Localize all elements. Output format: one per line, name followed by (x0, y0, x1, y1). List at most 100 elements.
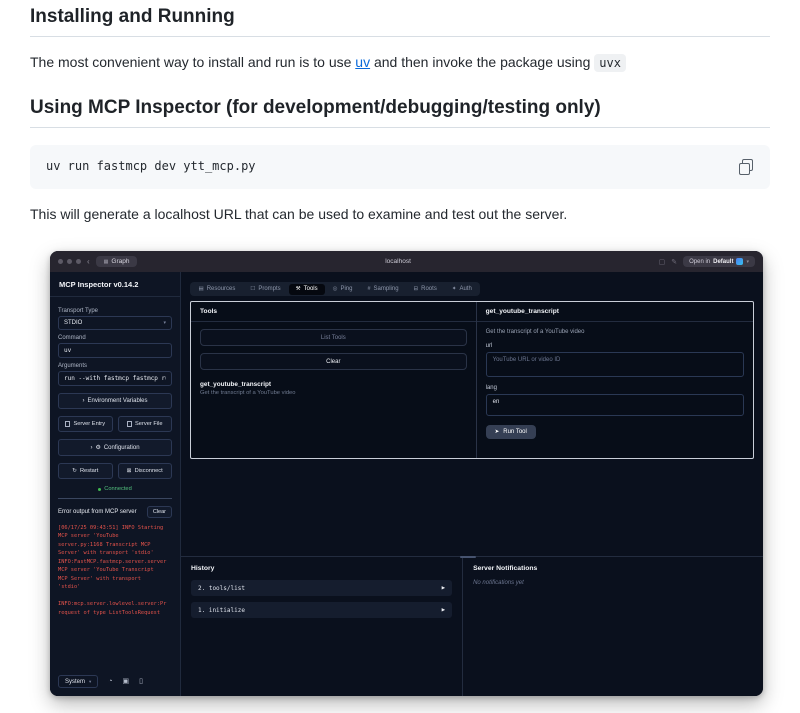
url-label: url (486, 343, 744, 349)
error-log-line: [06/17/25 09:43:51] INFO Starting (58, 524, 172, 532)
history-title: History (191, 565, 452, 572)
error-log-line: INFO:mcp.server.lowlevel.server:Pr (58, 600, 172, 608)
tools-icon: ⚒ (296, 286, 301, 292)
configuration-button[interactable]: › ⚙ Configuration (58, 439, 172, 456)
archive-icon[interactable]: ▣ (123, 678, 130, 685)
heading-using-mcp-inspector: Using MCP Inspector (for development/deb… (30, 97, 770, 128)
uvx-inline-code: uvx (594, 54, 626, 72)
connection-buttons-row: ↻ Restart ⊠ Disconnect (58, 463, 172, 479)
tab-label: Roots (421, 286, 437, 292)
tab-label: Tools (304, 286, 318, 292)
run-tool-label: Run Tool (503, 429, 527, 435)
sidebar-divider (58, 498, 172, 499)
browser-tab[interactable]: ▦ Graph (96, 256, 138, 267)
transport-type-value: STDIO (64, 320, 82, 326)
close-window-icon[interactable] (58, 259, 63, 264)
server-entry-label: Server Entry (73, 421, 105, 427)
copy-icon[interactable] (738, 159, 754, 175)
expand-icon[interactable]: ▶ (442, 585, 445, 591)
environment-variables-label: Environment Variables (88, 398, 148, 404)
tool-list-item[interactable]: get_youtube_transcript Get the transcrip… (200, 381, 467, 396)
clear-tools-button[interactable]: Clear (200, 353, 467, 370)
disconnect-button[interactable]: ⊠ Disconnect (118, 463, 173, 479)
chevron-down-icon: ▾ (163, 320, 166, 326)
window-controls[interactable] (58, 259, 81, 264)
restart-button[interactable]: ↻ Restart (58, 463, 113, 479)
globe-icon[interactable]: ◔ (108, 678, 112, 685)
lang-input[interactable]: en (486, 394, 744, 416)
theme-value: System (65, 679, 85, 685)
arguments-input[interactable] (58, 371, 172, 386)
resources-icon: ▤ (199, 286, 204, 292)
tab-label: Sampling (374, 286, 399, 292)
tool-detail-body: Get the transcript of a YouTube video ur… (477, 322, 753, 446)
open-in-default-button[interactable]: Open in Default ▾ (683, 256, 755, 267)
address-bar[interactable]: localhost (143, 258, 652, 265)
history-row[interactable]: 1. initialize ▶ (191, 602, 452, 618)
sidebar-footer: System ▾ ◔ ▣ ▯ (50, 668, 180, 696)
maximize-window-icon[interactable] (76, 259, 81, 264)
tool-description: Get the transcript of a YouTube video (200, 390, 467, 396)
tab-sampling[interactable]: # Sampling (360, 284, 405, 295)
tool-detail-title: get_youtube_transcript (477, 302, 753, 322)
gear-icon: ⚙ (95, 444, 100, 451)
share-icon[interactable]: ▢ (659, 258, 666, 266)
tab-roots[interactable]: ⊟ Roots (407, 284, 444, 295)
url-input[interactable] (486, 352, 744, 377)
document-icon[interactable]: ▯ (139, 678, 143, 685)
server-notifications-title: Server Notifications (473, 565, 753, 572)
clear-error-button[interactable]: Clear (147, 506, 172, 518)
localhost-paragraph: This will generate a localhost URL that … (30, 206, 770, 222)
auth-icon: ✦ (452, 286, 457, 292)
error-log-line: MCP server 'YouTube Transcript (58, 566, 172, 574)
uv-link[interactable]: uv (355, 54, 370, 70)
transport-type-label: Transport Type (58, 308, 172, 314)
tab-resources[interactable]: ▤ Resources (192, 284, 243, 295)
run-tool-button[interactable]: ➤ Run Tool (486, 425, 536, 439)
browser-badge-icon (736, 258, 743, 265)
minimize-window-icon[interactable] (67, 259, 72, 264)
error-log-line: INFO:FastMCP.fastmcp.server.server (58, 558, 172, 566)
tab-ping[interactable]: ◎ Ping (326, 284, 360, 295)
inspector-sidebar: MCP Inspector v0.14.2 Transport Type STD… (50, 272, 181, 696)
tab-label: Ping (340, 286, 352, 292)
tool-detail-panel: get_youtube_transcript Get the transcrip… (477, 302, 753, 458)
tab-label: Prompts (258, 286, 280, 292)
environment-variables-button[interactable]: › Environment Variables (58, 393, 172, 409)
tab-auth[interactable]: ✦ Auth (445, 284, 479, 295)
server-entry-button[interactable]: Server Entry (58, 416, 113, 432)
bottom-section: History 2. tools/list ▶ 1. initialize ▶ … (181, 557, 763, 696)
horizontal-split-divider[interactable] (181, 556, 763, 557)
error-log-gap (58, 592, 172, 600)
heading-installing-and-running: Installing and Running (30, 6, 770, 37)
tab-prompts[interactable]: ☐ Prompts (243, 284, 287, 295)
error-log-line: Server' with transport 'stdio' (58, 549, 172, 557)
tab-label: Resources (207, 286, 236, 292)
server-file-button[interactable]: Server File (118, 416, 173, 432)
tab-tools[interactable]: ⚒ Tools (289, 284, 325, 295)
error-log-line: MCP server 'YouTube (58, 532, 172, 540)
chevron-down-icon: ▾ (89, 679, 91, 685)
history-row[interactable]: 2. tools/list ▶ (191, 580, 452, 596)
disconnect-icon: ⊠ (127, 468, 132, 474)
transport-type-select[interactable]: STDIO ▾ (58, 316, 172, 330)
error-output-log: [06/17/25 09:43:51] INFO Starting MCP se… (58, 524, 172, 617)
error-output-title: Error output from MCP server (58, 509, 137, 515)
lang-label: lang (486, 385, 744, 391)
error-log-line: server.py:1168 Transcript MCP (58, 541, 172, 549)
send-icon: ➤ (495, 429, 500, 435)
list-tools-button[interactable]: List Tools (200, 329, 467, 346)
back-icon[interactable]: ‹ (87, 258, 90, 266)
server-notifications-panel: Server Notifications No notifications ye… (463, 557, 763, 696)
expand-icon[interactable]: ▶ (442, 607, 445, 613)
command-label: Command (58, 335, 172, 341)
command-input[interactable] (58, 343, 172, 358)
edit-icon[interactable]: ✎ (671, 258, 677, 266)
copy-icon (65, 421, 70, 427)
status-dot-icon (98, 488, 101, 491)
theme-select[interactable]: System ▾ (58, 675, 98, 688)
arguments-label: Arguments (58, 363, 172, 369)
drag-handle[interactable] (460, 556, 476, 559)
sidebar-form: Transport Type STDIO ▾ Command Arguments… (50, 297, 180, 617)
tools-list-panel: Tools List Tools Clear get_youtube_trans… (191, 302, 477, 458)
